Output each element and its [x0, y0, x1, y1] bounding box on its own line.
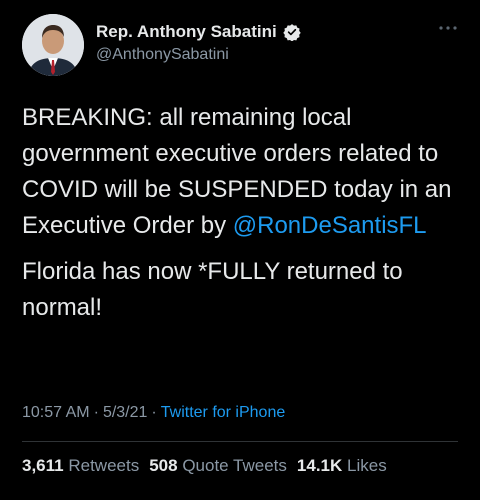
tweet-text: BREAKING: all remaining local government…: [22, 100, 462, 326]
tweet-stats: 3,611 Retweets 508 Quote Tweets 14.1K Li…: [22, 456, 387, 476]
tweet-paragraph-1: BREAKING: all remaining local government…: [22, 100, 462, 244]
handle[interactable]: @AnthonySabatini: [96, 45, 301, 65]
mention-link[interactable]: @RonDeSantisFL: [233, 212, 427, 239]
profile-photo-icon: [22, 14, 84, 76]
more-options-button[interactable]: [436, 20, 460, 36]
tweet-time[interactable]: 10:57 AM: [22, 404, 90, 422]
tweet-header: Rep. Anthony Sabatini @AnthonySabatini: [22, 14, 462, 80]
divider: [22, 441, 458, 442]
tweet-meta: 10:57 AM · 5/3/21 · Twitter for iPhone: [22, 404, 285, 422]
display-name[interactable]: Rep. Anthony Sabatini: [96, 22, 277, 42]
retweets-stat[interactable]: 3,611 Retweets: [22, 456, 139, 476]
quote-tweets-label: Quote Tweets: [182, 456, 287, 475]
tweet-source-link[interactable]: Twitter for iPhone: [161, 404, 286, 422]
likes-count: 14.1K: [296, 456, 343, 475]
retweets-label: Retweets: [68, 456, 140, 475]
author-names: Rep. Anthony Sabatini @AnthonySabatini: [96, 22, 301, 65]
quote-tweets-count: 508: [149, 456, 178, 475]
likes-stat[interactable]: 14.1K Likes: [297, 456, 387, 476]
meta-separator: ·: [151, 404, 157, 421]
meta-separator: ·: [93, 404, 99, 421]
avatar[interactable]: [22, 14, 84, 76]
likes-label: Likes: [347, 456, 387, 475]
display-name-row[interactable]: Rep. Anthony Sabatini: [96, 22, 301, 42]
retweets-count: 3,611: [22, 456, 64, 475]
tweet-date[interactable]: 5/3/21: [103, 404, 147, 422]
tweet-paragraph-2: Florida has now *FULLY returned to norma…: [22, 258, 403, 321]
more-icon: [439, 26, 457, 30]
verified-badge-icon: [283, 24, 301, 41]
quote-tweets-stat[interactable]: 508 Quote Tweets: [149, 456, 287, 476]
